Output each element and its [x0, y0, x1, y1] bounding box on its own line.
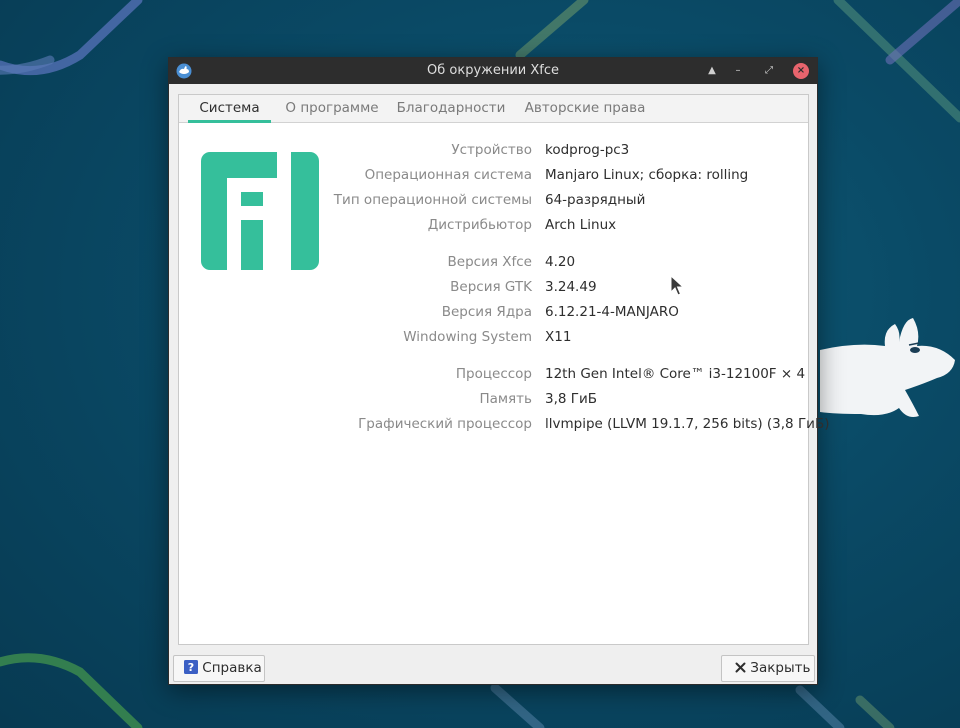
- svg-text:?: ?: [188, 661, 194, 674]
- os-label: Операционная система: [364, 167, 532, 183]
- help-button[interactable]: ? Справка: [173, 655, 265, 682]
- help-button-label: Справка: [202, 660, 262, 676]
- device-value: kodprog-pc3: [545, 142, 630, 158]
- os-value: Manjaro Linux; сборка: rolling: [545, 167, 749, 183]
- window-titlebar[interactable]: Об окружении Xfce ▲ – ⤢ ×: [169, 58, 817, 84]
- system-info-panel: Устройство kodprog-pc3 Операционная сист…: [179, 95, 830, 615]
- mouse-cursor-icon: [670, 275, 684, 296]
- windowing-value: X11: [545, 329, 572, 345]
- kernel-version-value: 6.12.21-4-MANJARO: [545, 304, 679, 320]
- close-window-button[interactable]: ×: [793, 63, 809, 79]
- cpu-label: Процессор: [455, 366, 532, 382]
- help-icon: ?: [184, 660, 198, 674]
- windowing-label: Windowing System: [403, 329, 532, 345]
- gtk-version-label: Версия GTK: [450, 279, 532, 295]
- memory-label: Память: [479, 391, 532, 407]
- tab-notebook: Система О программе Благодарности Авторс…: [178, 94, 830, 645]
- minimize-button[interactable]: –: [730, 63, 746, 79]
- close-button[interactable]: Закрыть: [721, 655, 815, 682]
- distributor-label: Дистрибьютор: [427, 217, 532, 233]
- kernel-version-label: Версия Ядра: [441, 304, 532, 320]
- gtk-version-value: 3.24.49: [545, 279, 597, 295]
- xfce-mouse-mascot: [820, 318, 955, 417]
- gpu-label: Графический процессор: [358, 416, 532, 432]
- shade-button[interactable]: ▲: [704, 63, 720, 79]
- close-button-label: Закрыть: [750, 660, 811, 676]
- xfce-version-value: 4.20: [545, 254, 576, 270]
- about-xfce-window: Об окружении Xfce ▲ – ⤢ × Система О прог…: [168, 57, 830, 685]
- distributor-value: Arch Linux: [545, 217, 617, 233]
- cpu-value: 12th Gen Intel® Core™ i3-12100F × 4: [545, 366, 806, 382]
- maximize-button[interactable]: ⤢: [761, 63, 777, 79]
- xfce-version-label: Версия Xfce: [447, 254, 532, 270]
- os-type-value: 64-разрядный: [545, 192, 646, 208]
- device-label: Устройство: [451, 142, 532, 158]
- close-x-icon: [735, 662, 746, 672]
- os-type-label: Тип операционной системы: [333, 192, 532, 208]
- memory-value: 3,8 ГиБ: [545, 391, 598, 407]
- gpu-value: llvmpipe (LLVM 19.1.7, 256 bits) (3,8 Ги…: [545, 416, 830, 432]
